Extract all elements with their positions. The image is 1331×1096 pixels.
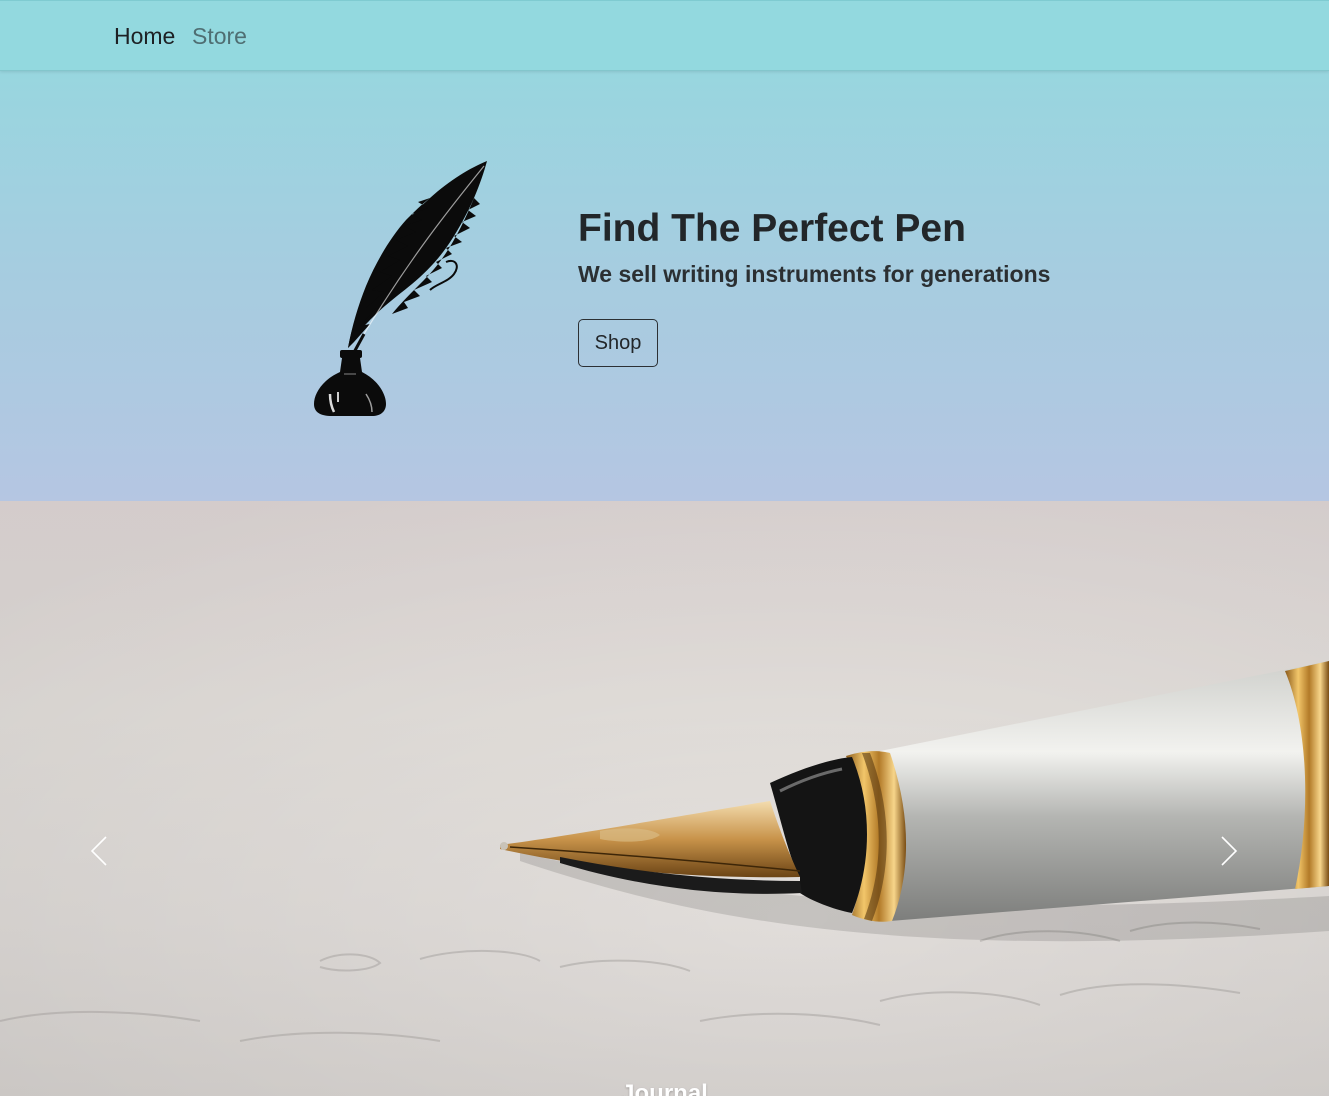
hero-section: Find The Perfect Pen We sell writing ins…	[0, 70, 1329, 501]
quill-inkwell-icon	[314, 161, 487, 416]
hero-title: Find The Perfect Pen	[578, 207, 966, 250]
carousel-caption: Journal	[621, 1080, 708, 1096]
nav-link-store[interactable]: Store	[192, 21, 247, 51]
chevron-left-icon[interactable]	[80, 831, 120, 871]
carousel: Journal	[0, 501, 1329, 1096]
navbar: Home Store	[0, 0, 1329, 71]
nav-link-home[interactable]: Home	[114, 21, 175, 51]
chevron-right-icon[interactable]	[1208, 831, 1248, 871]
hero-subtitle: We sell writing instruments for generati…	[578, 261, 1051, 287]
shop-button[interactable]: Shop	[578, 319, 658, 367]
fountain-pen-photo	[0, 501, 1329, 1096]
page: Home Store Find The Perfect Pen We sell …	[0, 0, 1331, 1096]
